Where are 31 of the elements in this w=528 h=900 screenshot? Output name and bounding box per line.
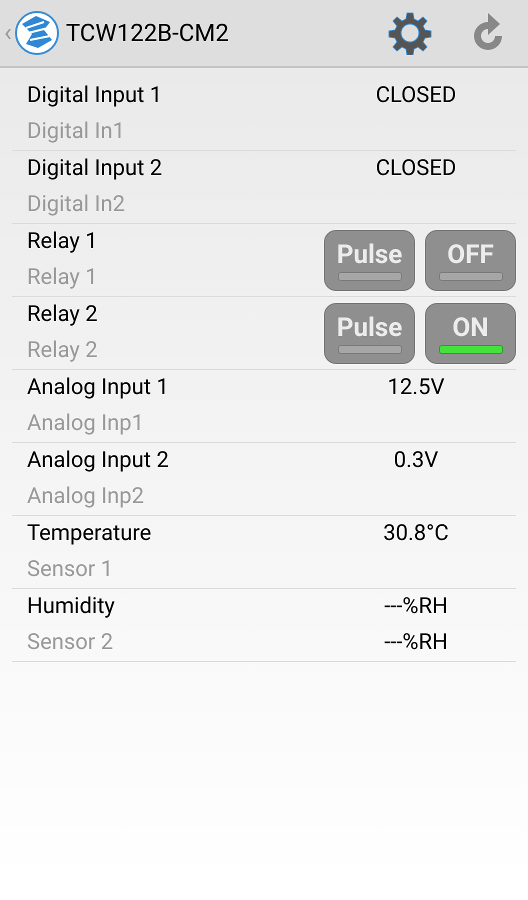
row-sublabel: Analog Inp2: [27, 483, 146, 511]
toggle-button[interactable]: OFF: [425, 230, 516, 290]
pulse-button[interactable]: Pulse: [324, 230, 415, 290]
row-sublabel: Relay 1: [27, 264, 99, 292]
row-sublabel: Analog Inp1: [27, 410, 146, 438]
pulse-button[interactable]: Pulse: [324, 302, 415, 364]
row-label: Relay 1: [27, 228, 99, 256]
value-text: 0.3V: [394, 447, 438, 475]
row-label: Analog Input 1: [27, 374, 170, 402]
row-sublabel: Digital In2: [27, 191, 126, 219]
value-text: CLOSED: [376, 82, 456, 110]
row-label: Humidity: [27, 593, 116, 621]
row-label: Relay 2: [27, 301, 99, 329]
logo-icon: [14, 10, 60, 56]
back-arrow[interactable]: ‹: [4, 20, 12, 46]
row-label: Digital Input 2: [27, 155, 164, 183]
row-sublabel: Sensor 2: [27, 629, 114, 657]
row-sublabel: Relay 2: [27, 337, 99, 365]
value-text: CLOSED: [376, 155, 456, 183]
row-label: Temperature: [27, 520, 152, 548]
settings-icon[interactable]: [388, 11, 432, 55]
value-text: ---%RH: [384, 629, 448, 657]
row-sublabel: Digital In1: [27, 118, 126, 146]
row-label: Analog Input 2: [27, 447, 170, 475]
row-sublabel: Sensor 1: [27, 556, 114, 584]
row-label: Digital Input 1: [27, 82, 164, 110]
app-title: TCW122B-CM2: [66, 18, 229, 49]
value-text: ---%RH: [384, 593, 448, 621]
value-text: 30.8°C: [383, 520, 449, 548]
value-text: 12.5V: [388, 374, 444, 402]
toggle-button[interactable]: ON: [425, 302, 516, 364]
